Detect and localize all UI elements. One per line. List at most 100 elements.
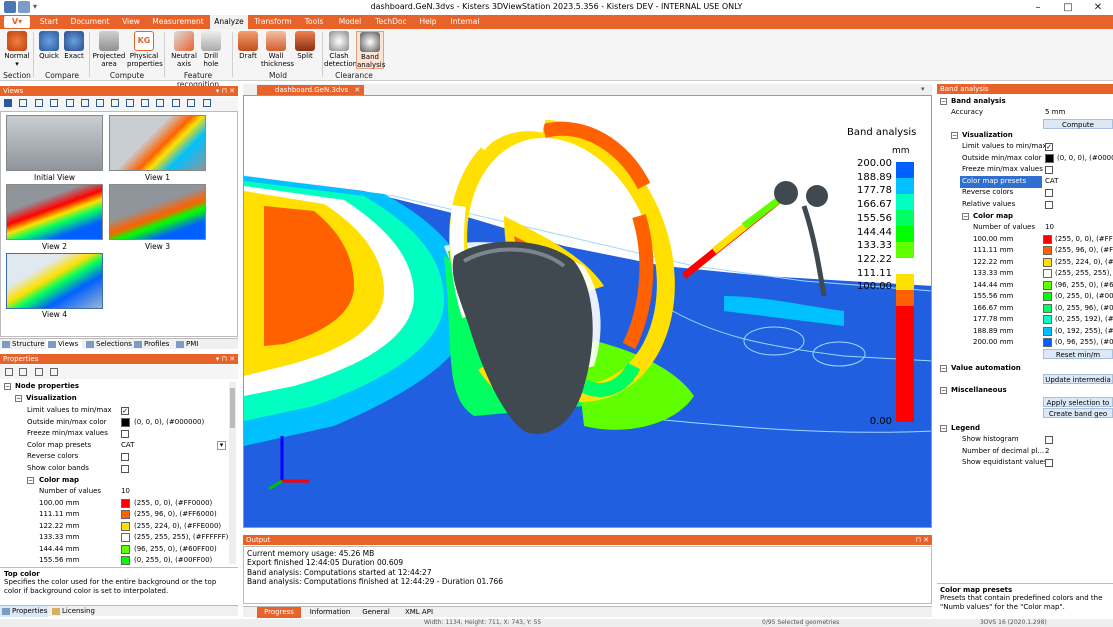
expand-all-icon[interactable] [5,368,13,376]
reset-min-max-button[interactable]: Reset min/m [1043,349,1113,359]
limit-values-checkbox[interactable]: ✓ [1045,143,1053,151]
tab-properties[interactable]: Properties [0,606,48,617]
band-analysis-button[interactable]: Band analysis [356,31,385,69]
color-swatch[interactable] [1043,304,1052,313]
scrollbar-thumb[interactable] [230,388,235,428]
thumbnail-view-1[interactable] [109,115,206,171]
collapse-icon[interactable]: − [27,477,34,484]
tab-selections[interactable]: Selections [84,339,132,350]
tab-views[interactable]: Views [46,339,82,350]
menu-document[interactable]: Document [68,15,112,29]
view-tool-icon[interactable] [4,99,12,107]
physical-properties-button[interactable]: KG Physical properties [127,31,163,68]
collapse-all-icon[interactable] [19,368,27,376]
view-tool-icon[interactable] [111,99,119,107]
color-swatch[interactable] [121,418,130,427]
sort-icon[interactable] [35,368,43,376]
view-tool-icon[interactable] [35,99,43,107]
view-tool-icon[interactable] [50,99,58,107]
maximize-icon[interactable]: □ [1053,0,1083,15]
view-tool-icon[interactable] [126,99,134,107]
view-tool-icon[interactable] [66,99,74,107]
menu-internal[interactable]: Internal [446,15,484,29]
apply-selection-button[interactable]: Apply selection to [1043,397,1113,407]
close-tab-icon[interactable]: ✕ [354,85,360,95]
collapse-icon[interactable]: − [951,132,958,139]
menu-transform[interactable]: Transform [252,15,294,29]
tab-list-dropdown-icon[interactable]: ▾ [921,85,925,93]
projected-area-button[interactable]: Projected area [92,31,126,68]
close-icon[interactable]: ✕ [1083,0,1113,15]
decimal-places-input[interactable]: 2 [1045,446,1049,458]
menu-start[interactable]: Start [34,15,64,29]
color-swatch[interactable] [1043,315,1052,324]
color-map-presets-value[interactable]: CAT [1045,176,1058,188]
menu-analyze[interactable]: Analyze [210,15,248,29]
color-swatch[interactable] [121,556,130,565]
menu-measurement[interactable]: Measurement [150,15,206,29]
update-intermediate-button[interactable]: Update intermedia [1043,374,1113,384]
chevron-down-icon[interactable]: ▾ [217,441,226,450]
color-swatch[interactable] [1043,269,1052,278]
tab-information[interactable]: Information [305,607,355,618]
color-swatch[interactable] [1043,258,1052,267]
collapse-icon[interactable]: − [940,425,947,432]
tab-licensing[interactable]: Licensing [50,606,96,617]
show-color-bands-checkbox[interactable] [121,465,129,473]
create-band-geometry-button[interactable]: Create band geo [1043,408,1113,418]
tab-progress[interactable]: Progress [257,607,301,618]
freeze-values-checkbox[interactable] [1045,166,1053,174]
minimize-icon[interactable]: – [1023,0,1053,15]
color-map-presets-label[interactable]: Color map presets [960,176,1042,188]
split-button[interactable]: Split [293,31,317,60]
color-swatch[interactable] [121,545,130,554]
filter-icon[interactable] [50,368,58,376]
pin-icon[interactable]: ▾ ⊓ ✕ [216,354,235,364]
reverse-colors-checkbox[interactable] [1045,189,1053,197]
draft-button[interactable]: Draft [236,31,260,60]
neutral-axis-button[interactable]: Neutral axis [168,31,200,68]
color-swatch[interactable] [1043,246,1052,255]
menu-tools[interactable]: Tools [298,15,330,29]
color-swatch[interactable] [121,522,130,531]
view-tool-icon[interactable] [187,99,195,107]
color-swatch[interactable] [1043,327,1052,336]
tab-pmi[interactable]: PMI [174,339,204,350]
collapse-icon[interactable]: − [940,365,947,372]
color-swatch[interactable] [1043,235,1052,244]
show-equidistant-checkbox[interactable] [1045,459,1053,467]
menu-model[interactable]: Model [334,15,366,29]
app-menu-button[interactable]: V▾ [4,16,30,28]
pin-icon[interactable]: ▾ ⊓ ✕ [216,86,235,96]
relative-values-checkbox[interactable] [1045,201,1053,209]
thumbnail-initial-view[interactable] [6,115,103,171]
collapse-icon[interactable]: − [940,387,947,394]
view-tool-icon[interactable] [156,99,164,107]
document-tab[interactable]: dashboard.GeN.3dvs ✕ [257,85,365,95]
properties-scrollbar[interactable] [229,382,236,564]
menu-help[interactable]: Help [414,15,442,29]
thumbnail-view-4[interactable] [6,253,103,309]
thumbnail-view-3[interactable] [109,184,206,240]
number-of-values-input[interactable]: 10 [1045,222,1054,234]
color-swatch[interactable] [1043,281,1052,290]
section-normal-button[interactable]: Normal ▾ [4,31,30,68]
drill-hole-button[interactable]: Drill hole [199,31,223,68]
collapse-icon[interactable]: − [962,213,969,220]
menu-techdoc[interactable]: TechDoc [370,15,412,29]
tab-xml-api[interactable]: XML API [397,607,441,618]
limit-values-checkbox[interactable]: ✓ [121,407,129,415]
color-swatch[interactable] [121,510,130,519]
quick-compare-button[interactable]: Quick [37,31,61,60]
collapse-icon[interactable]: − [940,98,947,105]
color-swatch[interactable] [121,499,130,508]
pin-icon[interactable]: ⊓ ✕ [915,535,929,545]
tab-structure[interactable]: Structure [0,339,45,350]
freeze-values-checkbox[interactable] [121,430,129,438]
tab-profiles[interactable]: Profiles [132,339,172,350]
compute-button[interactable]: Compute [1043,119,1113,129]
color-swatch[interactable] [1045,154,1054,163]
view-tool-icon[interactable] [141,99,149,107]
view-tool-icon[interactable] [172,99,180,107]
reverse-colors-checkbox[interactable] [121,453,129,461]
